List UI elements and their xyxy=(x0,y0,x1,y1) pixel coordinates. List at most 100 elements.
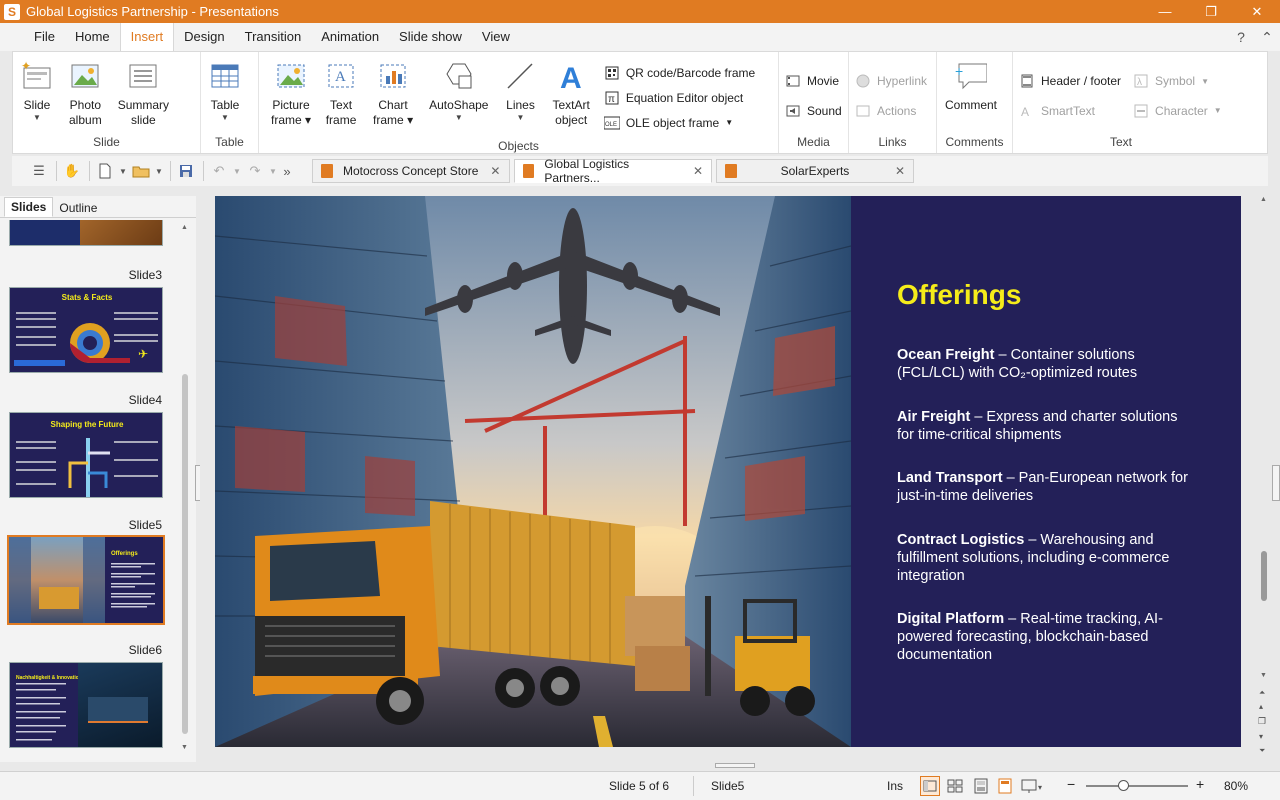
table-button[interactable]: Table ▼ xyxy=(201,58,249,122)
menu-animation[interactable]: Animation xyxy=(311,23,389,51)
slides-overview-icon[interactable]: ❐ xyxy=(1258,716,1266,727)
symbol-button[interactable]: λ Symbol ▼ xyxy=(1133,64,1222,98)
handout-view-icon[interactable] xyxy=(996,777,1014,798)
insert-mode[interactable]: Ins xyxy=(887,779,903,793)
zoom-out-button[interactable]: − xyxy=(1067,776,1075,792)
qr-code-button[interactable]: QR code/Barcode frame xyxy=(604,60,755,85)
save-icon[interactable] xyxy=(175,160,197,182)
zoom-slider-knob[interactable] xyxy=(1118,780,1129,791)
doc-tab-solarexperts[interactable]: SolarExperts ✕ xyxy=(716,159,914,183)
scroll-up-icon[interactable]: ▲ xyxy=(181,224,188,231)
menu-insert[interactable]: Insert xyxy=(119,23,175,51)
comment-button[interactable]: + Comment xyxy=(937,58,1005,113)
menu-view[interactable]: View xyxy=(472,23,520,51)
close-tab-icon[interactable]: ✕ xyxy=(490,164,500,178)
summary-slide-button[interactable]: Summary slide xyxy=(110,58,177,128)
editor-scrollbar[interactable]: ▲ ▼ ⏶ ▴ ❐ ▾ ⏷ xyxy=(1258,196,1270,762)
menu-icon[interactable]: ☰ xyxy=(28,160,50,182)
chevron-down-icon[interactable]: ▼ xyxy=(268,160,278,182)
slide-thumbnail-2[interactable] xyxy=(9,220,163,246)
collapse-ribbon-icon[interactable]: ⌃ xyxy=(1254,29,1280,46)
help-icon[interactable]: ? xyxy=(1228,29,1254,46)
character-button[interactable]: Character ▼ xyxy=(1133,98,1222,123)
minimize-button[interactable]: — xyxy=(1142,4,1188,19)
sound-button[interactable]: Sound xyxy=(785,98,842,123)
slide-thumbnail-3[interactable]: Stats & Facts ✈ xyxy=(9,287,163,373)
smarttext-button[interactable]: A SmartText xyxy=(1019,98,1121,123)
scrollbar-thumb[interactable] xyxy=(182,374,188,734)
menu-file[interactable]: File xyxy=(24,23,65,51)
slide-photo[interactable] xyxy=(215,196,851,747)
menu-design[interactable]: Design xyxy=(174,23,234,51)
text-frame-button[interactable]: A Text frame xyxy=(317,58,365,128)
last-slide-icon[interactable]: ⏷ xyxy=(1259,746,1265,756)
right-panel-splitter-handle[interactable] xyxy=(1272,465,1280,501)
scroll-down-icon[interactable]: ▼ xyxy=(1260,672,1267,679)
menu-slide-show[interactable]: Slide show xyxy=(389,23,472,51)
open-folder-icon[interactable] xyxy=(130,160,152,182)
offering-ocean-freight[interactable]: Ocean Freight – Container solutions (FCL… xyxy=(897,346,1197,382)
slide-sorter-icon[interactable] xyxy=(946,777,964,798)
notes-view-icon[interactable] xyxy=(972,777,990,798)
editor-splitter-handle[interactable] xyxy=(715,763,755,768)
zoom-slider-track[interactable] xyxy=(1086,785,1188,787)
scrollbar-thumb[interactable] xyxy=(1261,551,1267,601)
panel-scrollbar[interactable]: ▲ ▼ xyxy=(180,224,192,756)
first-slide-icon[interactable]: ⏶ xyxy=(1259,688,1265,698)
slide-thumbnail-6[interactable]: Nachhaltigkeit & Innovation xyxy=(9,662,163,748)
offering-digital-platform[interactable]: Digital Platform – Real-time tracking, A… xyxy=(897,610,1197,664)
hyperlink-button[interactable]: Hyperlink xyxy=(855,64,927,98)
tab-slides[interactable]: Slides xyxy=(4,197,54,217)
actions-button[interactable]: Actions xyxy=(855,98,927,123)
close-tab-icon[interactable]: ✕ xyxy=(693,164,703,178)
ole-object-button[interactable]: OLE OLE object frame ▼ xyxy=(603,110,755,135)
chevron-down-icon[interactable]: ▼ xyxy=(154,160,164,182)
zoom-in-button[interactable]: + xyxy=(1196,776,1204,792)
chevron-down-icon[interactable]: ▼ xyxy=(232,160,242,182)
redo-icon[interactable]: ↷ xyxy=(244,160,266,182)
picture-frame-button[interactable]: Picture frame ▾ xyxy=(259,58,317,128)
slide-thumbnail-4[interactable]: Shaping the Future xyxy=(9,412,163,498)
ribbon-group-comments: + Comment Comments xyxy=(937,52,1013,153)
chevron-down-icon[interactable]: ▼ xyxy=(118,160,128,182)
menu-home[interactable]: Home xyxy=(65,23,120,51)
new-document-icon[interactable] xyxy=(94,160,116,182)
lines-button[interactable]: Lines ▼ xyxy=(496,58,544,122)
offering-air-freight[interactable]: Air Freight – Express and charter soluti… xyxy=(897,408,1197,444)
scroll-up-icon[interactable]: ▲ xyxy=(1260,196,1267,203)
tab-outline[interactable]: Outline xyxy=(53,199,103,217)
hand-icon[interactable]: ✋ xyxy=(61,160,83,182)
slide-title[interactable]: Offerings xyxy=(897,279,1021,311)
photo-album-button[interactable]: Photo album xyxy=(61,58,110,128)
slide-thumbnail-5[interactable]: Offerings xyxy=(7,535,165,625)
doc-tab-motocross[interactable]: Motocross Concept Store ✕ xyxy=(312,159,510,183)
overflow-icon[interactable]: » xyxy=(280,160,294,182)
thumbnail-image xyxy=(9,537,105,623)
normal-view-icon[interactable] xyxy=(920,776,940,796)
group-label-text: Text xyxy=(1109,135,1132,149)
undo-icon[interactable]: ↶ xyxy=(208,160,230,182)
offering-land-transport[interactable]: Land Transport – Pan-European network fo… xyxy=(897,469,1197,505)
chart-frame-button[interactable]: Chart frame ▾ xyxy=(365,58,421,128)
new-slide-button[interactable]: ✦ Slide ▼ xyxy=(13,58,61,122)
menu-transition[interactable]: Transition xyxy=(235,23,312,51)
summary-label-2: slide xyxy=(131,113,156,127)
doc-tab-global-logistics[interactable]: Global Logistics Partners... ✕ xyxy=(514,157,712,185)
offering-contract-logistics[interactable]: Contract Logistics – Warehousing and ful… xyxy=(897,531,1197,585)
next-slide-icon[interactable]: ▾ xyxy=(1259,732,1263,741)
restore-button[interactable]: ❐ xyxy=(1188,4,1234,20)
slideshow-icon[interactable]: ▾ xyxy=(1020,777,1046,798)
equation-editor-button[interactable]: π Equation Editor object xyxy=(604,85,755,110)
current-slide[interactable]: Offerings Ocean Freight – Container solu… xyxy=(215,196,1241,747)
textart-button[interactable]: A TextArt object xyxy=(544,58,597,128)
header-footer-button[interactable]: Header / footer xyxy=(1019,64,1121,98)
textart-label-1: TextArt xyxy=(552,98,590,112)
close-window-button[interactable]: ✕ xyxy=(1234,4,1280,20)
ribbon: ✦ Slide ▼ Photo album Summary slide Slid… xyxy=(12,51,1268,154)
close-tab-icon[interactable]: ✕ xyxy=(895,164,905,178)
scroll-down-icon[interactable]: ▼ xyxy=(181,744,188,751)
previous-slide-icon[interactable]: ▴ xyxy=(1259,702,1263,711)
autoshape-button[interactable]: AutoShape ▼ xyxy=(421,58,496,122)
movie-button[interactable]: Movie xyxy=(785,64,842,98)
zoom-level[interactable]: 80% xyxy=(1224,779,1248,793)
